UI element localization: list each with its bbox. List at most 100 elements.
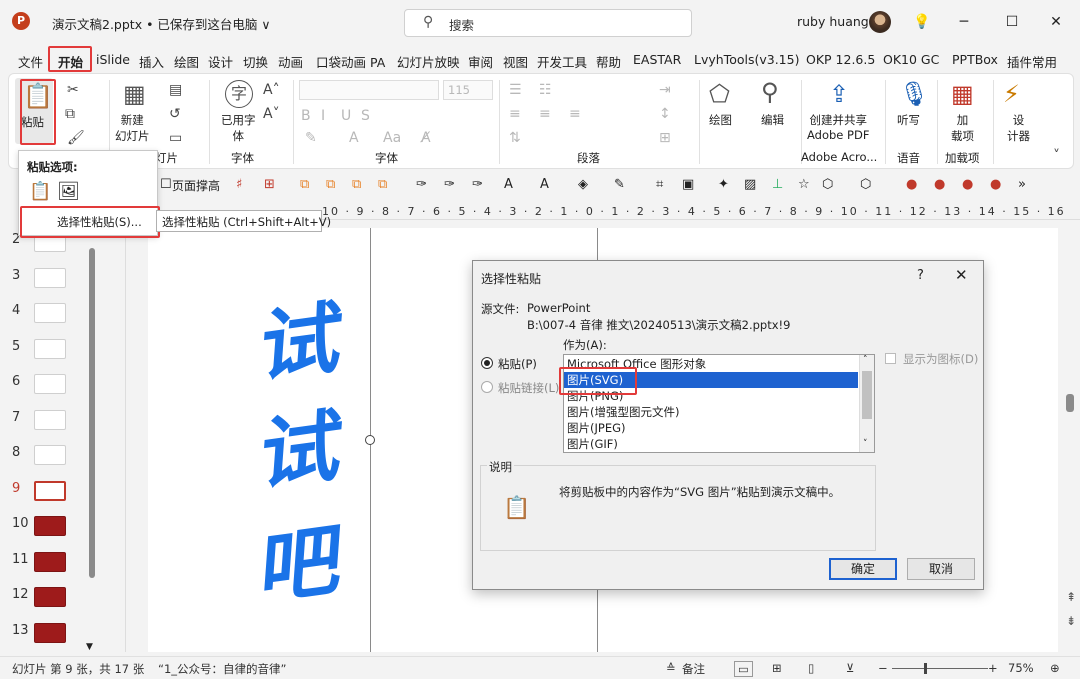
slide-sorter-icon[interactable]: ⊞	[772, 661, 782, 675]
fit-window-icon[interactable]: ⊕	[1050, 661, 1060, 675]
zoom-slider[interactable]	[892, 668, 988, 669]
user-name[interactable]: ruby huang	[797, 14, 869, 29]
paste-link-radio-label[interactable]: 粘贴链接(L)	[498, 380, 559, 396]
tab-draw[interactable]: 绘图	[174, 52, 199, 71]
tab-insert[interactable]: 插入	[139, 52, 164, 71]
text-fill-icon[interactable]: A	[504, 177, 513, 192]
change-case-icon[interactable]: Aa	[383, 130, 401, 146]
strikethrough-icon[interactable]: S	[361, 108, 370, 124]
canvas-scrollbar[interactable]	[1066, 394, 1074, 412]
create-pdf-label[interactable]: 创建并共享 Adobe PDF	[807, 112, 869, 142]
tab-okp[interactable]: OKP 12.6.5	[806, 52, 875, 67]
notes-icon[interactable]: ≙	[666, 661, 676, 675]
help-button[interactable]: ?	[917, 268, 924, 283]
addins-label[interactable]: 加 载项	[951, 112, 974, 144]
paste-keep-icon[interactable]: 📋	[29, 181, 51, 202]
merge-shapes-icon[interactable]: ⬡	[860, 177, 871, 192]
shapes-dropdown-icon[interactable]: ⬡	[822, 177, 833, 192]
shape-fill-icon[interactable]: ◈	[578, 177, 588, 192]
collapse-ribbon-icon[interactable]: ˅	[1053, 148, 1060, 164]
list-scrollbar[interactable]: ˄ ˅	[859, 355, 874, 452]
bold-icon[interactable]: B	[301, 108, 311, 124]
distribute-icon[interactable]: ♯	[236, 177, 242, 192]
tab-design[interactable]: 设计	[208, 52, 233, 71]
slide-char-1[interactable]: 试	[257, 273, 347, 399]
recolor-icon[interactable]: ✦	[718, 177, 729, 192]
font-decrease-icon[interactable]: A˅	[263, 106, 280, 122]
crop-icon[interactable]: ⌗	[656, 177, 663, 192]
tab-animations[interactable]: 动画	[278, 52, 303, 71]
zoom-out-icon[interactable]: −	[878, 661, 888, 675]
slide-thumbnail[interactable]	[34, 516, 66, 536]
new-slide-label[interactable]: 新建 幻灯片	[115, 112, 150, 144]
adobe-pdf-icon[interactable]: ⇪	[829, 80, 849, 108]
slide-thumbnail[interactable]	[34, 267, 66, 288]
red-shape3-icon[interactable]: ●	[962, 177, 973, 192]
slide-thumbnail[interactable]	[34, 374, 66, 394]
display-icon-checkbox[interactable]	[885, 353, 896, 364]
more-icon[interactable]: »	[1018, 177, 1026, 192]
scroll-down-icon[interactable]: ▼	[86, 642, 93, 652]
editing-label[interactable]: 编辑	[761, 112, 784, 128]
search-input[interactable]: ⚲ 搜索	[404, 9, 692, 37]
new-slide-icon[interactable]: ▦	[123, 80, 146, 108]
slide-thumbnail[interactable]	[34, 409, 66, 430]
list-item[interactable]: 图片(GIF)	[567, 436, 618, 452]
paste-link-radio[interactable]	[481, 381, 493, 393]
minimize-icon[interactable]: ─	[952, 10, 976, 34]
picture-style-icon[interactable]: ▣	[682, 177, 694, 192]
tab-review[interactable]: 审阅	[468, 52, 493, 71]
cancel-button[interactable]: 取消	[907, 558, 975, 580]
section-icon[interactable]: ▭	[169, 130, 182, 146]
lightbulb-icon[interactable]: 💡	[910, 10, 934, 34]
font-color-icon[interactable]: A	[349, 130, 359, 146]
tab-developer[interactable]: 开发工具	[537, 52, 587, 71]
fit-page-checkbox-icon[interactable]: ☐	[160, 177, 172, 192]
addins-icon[interactable]: ▦	[951, 80, 974, 108]
red-shape4-icon[interactable]: ●	[990, 177, 1001, 192]
tab-pocket-animation[interactable]: 口袋动画 PA	[316, 52, 385, 71]
tab-slideshow[interactable]: 幻灯片放映	[397, 52, 460, 71]
tab-ok10[interactable]: OK10 GC	[883, 52, 939, 67]
slideshow-icon[interactable]: ⊻	[846, 661, 854, 675]
text-direction-icon[interactable]: ⇅	[509, 130, 521, 146]
paste-picture-icon[interactable]: 🖼	[57, 181, 80, 202]
smartart-icon[interactable]: ⊞	[659, 130, 671, 146]
picture-icon[interactable]: ▨	[744, 177, 756, 192]
underline-icon[interactable]: U	[341, 108, 351, 124]
slide-thumbnail[interactable]	[34, 587, 66, 607]
common-font-label[interactable]: 已用字 体	[221, 112, 256, 144]
slide-char-2[interactable]: 试	[257, 381, 347, 507]
microphone-icon[interactable]: 🎙	[899, 80, 929, 108]
list-item[interactable]: 图片(增强型图元文件)	[567, 404, 679, 420]
font-size-select[interactable]: 115	[443, 80, 493, 100]
scroll-thumb[interactable]	[862, 371, 872, 419]
align-center-icon[interactable]: ≡	[539, 106, 551, 122]
dialog-close-button[interactable]: ✕	[955, 266, 968, 284]
ok-button[interactable]: 确定	[829, 558, 897, 580]
tab-lvyhtools[interactable]: LvyhTools(v3.15)	[694, 52, 799, 67]
line-spacing-icon[interactable]: ↕	[659, 106, 671, 122]
normal-view-icon[interactable]: ▭	[734, 661, 753, 677]
text-outline-icon[interactable]: A	[540, 177, 549, 192]
reading-view-icon[interactable]: ▯	[808, 661, 814, 675]
zoom-slider-thumb[interactable]	[924, 663, 927, 674]
slide-thumbnail[interactable]	[34, 480, 66, 501]
notes-button[interactable]: 备注	[682, 661, 705, 677]
slide-thumbnail[interactable]	[34, 622, 66, 643]
slide-thumbnail[interactable]	[34, 303, 66, 323]
tab-islide[interactable]: iSlide	[96, 52, 130, 67]
slide-thumbnail[interactable]	[34, 551, 66, 572]
document-title[interactable]: 演示文稿2.pptx • 已保存到这台电脑 ∨	[52, 14, 271, 33]
align-icon[interactable]: ⊥	[772, 177, 783, 192]
highlight-icon[interactable]: ✎	[305, 130, 317, 146]
close-icon[interactable]: ✕	[1044, 10, 1068, 34]
display-icon-label[interactable]: 显示为图标(D)	[903, 351, 978, 367]
font-name-select[interactable]	[299, 80, 439, 100]
cut-icon[interactable]: ✂	[67, 82, 79, 98]
paste-shape-icon[interactable]: ⧉	[352, 177, 361, 192]
list-item[interactable]: 图片(JPEG)	[567, 420, 625, 436]
slide-char-3[interactable]: 吧	[257, 495, 347, 621]
thumbnail-scrollbar[interactable]	[89, 248, 95, 578]
common-font-icon[interactable]: 字	[225, 80, 253, 108]
